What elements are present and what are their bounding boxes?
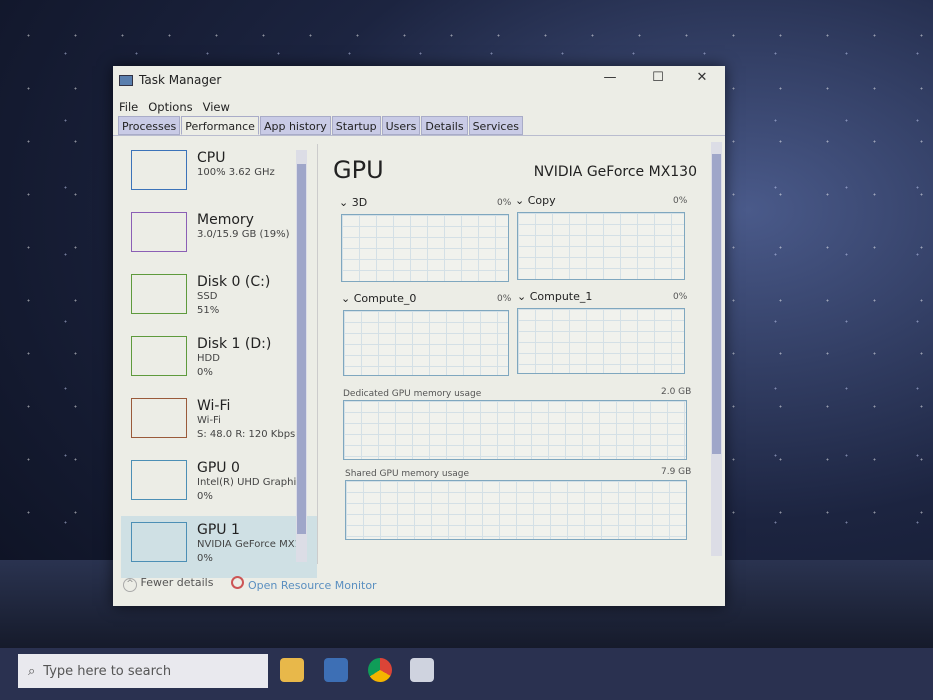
footer: ^ Fewer details Open Resource Monitor: [123, 576, 377, 592]
sidebar-item-name: Disk 1 (D:): [197, 336, 272, 352]
fewer-details-button[interactable]: ^ Fewer details: [123, 576, 213, 592]
engine-pct-compute-0: 0%: [497, 294, 512, 304]
sidebar-item-detail: HDD: [197, 353, 220, 364]
sidebar-item-gpu-0[interactable]: GPU 0 Intel(R) UHD Graphics 0%: [121, 454, 317, 516]
title-bar: Task Manager: [113, 66, 725, 94]
sidebar-item-value: 0%: [197, 367, 213, 378]
engine-label-copy[interactable]: ⌄ Copy: [515, 194, 556, 207]
shared-memory-max: 7.9 GB: [661, 467, 692, 477]
maximize-button[interactable]: ☐: [643, 70, 673, 85]
tab-users[interactable]: Users: [381, 116, 421, 135]
sidebar-item-detail: Wi-Fi: [197, 415, 221, 426]
tab-services[interactable]: Services: [468, 116, 523, 135]
sidebar-item-name: CPU: [197, 150, 226, 166]
graph-copy: [517, 212, 685, 280]
tab-startup[interactable]: Startup: [331, 116, 381, 135]
sidebar-item-value: 51%: [197, 305, 220, 316]
dedicated-memory-max: 2.0 GB: [661, 387, 692, 397]
tab-details[interactable]: Details: [421, 116, 468, 135]
sidebar-item-detail: 100% 3.62 GHz: [197, 167, 275, 178]
taskbar: ⌕ Type here to search: [0, 648, 933, 700]
sidebar-item-disk-1-d[interactable]: Disk 1 (D:) HDD 0%: [121, 330, 317, 392]
sidebar-item-cpu[interactable]: CPU 100% 3.62 GHz: [121, 144, 317, 206]
mini-graph: [131, 212, 187, 252]
open-resource-monitor-link[interactable]: Open Resource Monitor: [231, 576, 377, 592]
sidebar-item-value: 0%: [197, 491, 213, 502]
minimize-button[interactable]: —: [595, 70, 625, 85]
sidebar-scrollbar[interactable]: [296, 150, 307, 562]
graph-shared-memory: [345, 480, 687, 540]
window-title: Task Manager: [139, 73, 222, 87]
sidebar-item-disk-0-c[interactable]: Disk 0 (C:) SSD 51%: [121, 268, 317, 330]
menu-file[interactable]: File: [119, 100, 138, 116]
main-scrollbar[interactable]: [711, 142, 722, 556]
dedicated-memory-label: Dedicated GPU memory usage: [343, 389, 482, 399]
sidebar-item-name: Wi-Fi: [197, 398, 231, 414]
mini-graph: [131, 460, 187, 500]
graph-compute-1: [517, 308, 685, 374]
task-manager-window: Task Manager — ☐ ✕ File Options View Pro…: [113, 66, 725, 606]
sidebar-item-name: GPU 0: [197, 460, 240, 476]
sidebar-item-name: GPU 1: [197, 522, 240, 538]
task-manager-taskbar-icon[interactable]: [410, 658, 434, 682]
graph-compute-0: [343, 310, 509, 376]
engine-label-compute-0[interactable]: ⌄ Compute_0: [341, 292, 416, 305]
sidebar-item-wi-fi[interactable]: Wi-Fi Wi-Fi S: 48.0 R: 120 Kbps: [121, 392, 317, 454]
resource-list: CPU 100% 3.62 GHz Memory 3.0/15.9 GB (19…: [121, 144, 318, 578]
engine-label-compute-1[interactable]: ⌄ Compute_1: [517, 290, 592, 303]
search-icon: ⌕: [28, 663, 36, 679]
store-icon[interactable]: [324, 658, 348, 682]
sidebar-item-value: 0%: [197, 553, 213, 564]
sidebar-item-detail: 3.0/15.9 GB (19%): [197, 229, 290, 240]
file-explorer-icon[interactable]: [280, 658, 304, 682]
menu-bar: File Options View: [113, 94, 725, 116]
close-button[interactable]: ✕: [687, 70, 717, 85]
sidebar-item-name: Memory: [197, 212, 254, 228]
tab-performance[interactable]: Performance: [181, 116, 259, 135]
sidebar-item-memory[interactable]: Memory 3.0/15.9 GB (19%): [121, 206, 317, 268]
sidebar-item-detail: SSD: [197, 291, 218, 302]
sidebar-item-gpu-1[interactable]: GPU 1 NVIDIA GeForce MX130 0%: [121, 516, 317, 578]
menu-view[interactable]: View: [203, 100, 230, 116]
shared-memory-label: Shared GPU memory usage: [345, 469, 470, 479]
mini-graph: [131, 336, 187, 376]
task-manager-icon: [119, 74, 133, 86]
tab-bar: Processes Performance App history Startu…: [113, 116, 725, 136]
graph-3d: [341, 214, 509, 282]
sidebar-item-value: S: 48.0 R: 120 Kbps: [197, 429, 296, 440]
mini-graph: [131, 398, 187, 438]
taskbar-search[interactable]: ⌕ Type here to search: [18, 654, 268, 688]
tab-processes[interactable]: Processes: [118, 116, 181, 135]
graph-dedicated-memory: [343, 400, 687, 460]
engine-pct-3d: 0%: [497, 198, 512, 208]
chrome-icon[interactable]: [368, 658, 392, 682]
sidebar-item-detail: NVIDIA GeForce MX130: [197, 539, 297, 550]
mini-graph: [131, 274, 187, 314]
sidebar-item-name: Disk 0 (C:): [197, 274, 271, 290]
page-title: GPU: [333, 156, 384, 184]
mini-graph: [131, 522, 187, 562]
resource-monitor-icon: [231, 576, 245, 589]
engine-pct-compute-1: 0%: [673, 292, 688, 302]
engine-pct-copy: 0%: [673, 196, 688, 206]
menu-options[interactable]: Options: [148, 100, 192, 116]
sidebar-item-detail: Intel(R) UHD Graphics: [197, 477, 297, 488]
chevron-up-icon: ^: [123, 578, 137, 592]
engine-label-3d[interactable]: ⌄ 3D: [339, 196, 367, 209]
mini-graph: [131, 150, 187, 190]
tab-app-history[interactable]: App history: [259, 116, 331, 135]
gpu-detail-panel: GPU NVIDIA GeForce MX130 ⌄ 3D 0% ⌄ Copy …: [325, 144, 705, 564]
gpu-device-name: NVIDIA GeForce MX130: [533, 164, 697, 180]
